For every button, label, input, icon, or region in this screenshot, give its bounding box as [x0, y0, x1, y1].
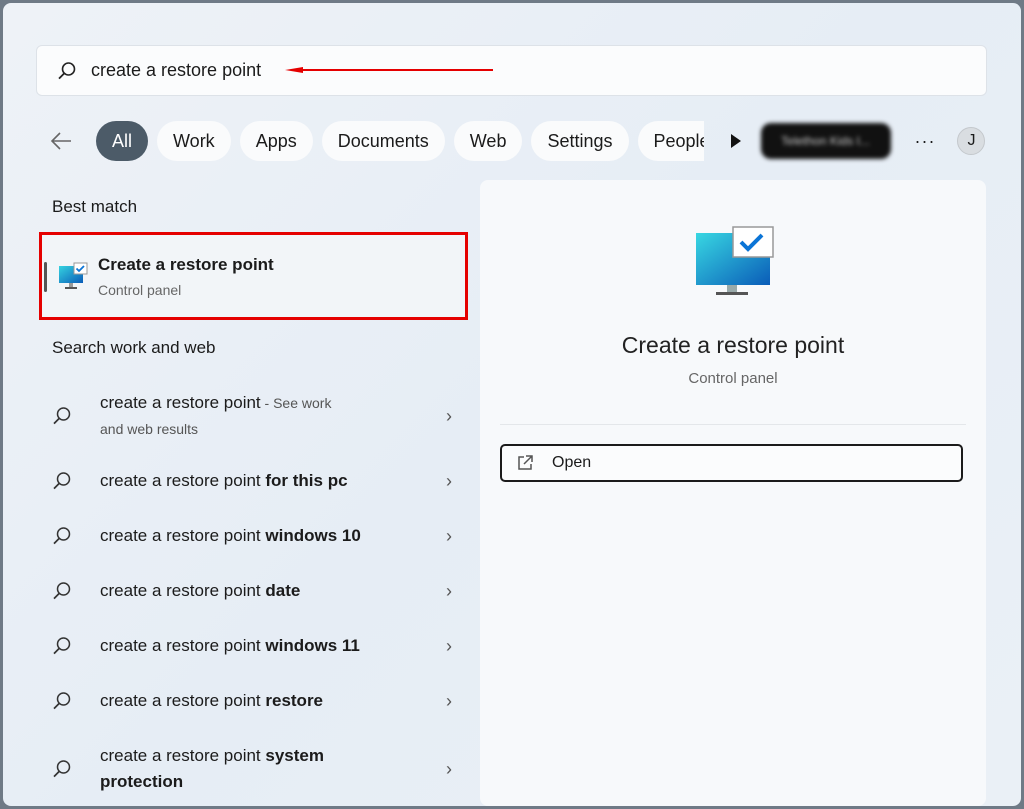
- suggestion-prefix: create a restore point: [100, 581, 266, 600]
- more-options-button[interactable]: ···: [915, 131, 936, 152]
- tab-work[interactable]: Work: [157, 121, 231, 161]
- preview-panel: Create a restore point Control panel Ope…: [480, 180, 986, 806]
- suggestion-prefix: create a restore point: [100, 691, 266, 710]
- suggestion-text: create a restore point for this pc: [100, 468, 420, 494]
- best-match-item[interactable]: Create a restore point Control panel: [39, 232, 468, 320]
- tab-web[interactable]: Web: [453, 121, 523, 161]
- best-match-title: Create a restore point: [98, 255, 274, 274]
- suggestion-sub: and web results: [100, 421, 199, 437]
- restore-point-icon: [59, 262, 88, 289]
- search-icon: [53, 472, 71, 490]
- search-input[interactable]: create a restore point: [36, 45, 987, 96]
- chevron-right-icon[interactable]: ›: [446, 471, 452, 492]
- suggestion-bold: windows 10: [265, 526, 361, 545]
- suggestion-prefix: create a restore point: [100, 393, 261, 412]
- back-button[interactable]: [43, 123, 79, 159]
- annotation-arrow: [285, 67, 493, 73]
- web-suggestion-item[interactable]: create a restore point windows 11 ›: [52, 633, 452, 659]
- search-window: create a restore point All Work Apps Doc…: [3, 3, 1021, 806]
- tab-apps[interactable]: Apps: [239, 121, 313, 161]
- web-suggestion-item[interactable]: create a restore point restore ›: [52, 688, 452, 714]
- open-button[interactable]: Open: [500, 444, 963, 482]
- arrow-left-icon: [50, 132, 71, 150]
- suggestion-text: create a restore point date: [100, 578, 420, 604]
- best-match-subtitle: Control panel: [98, 282, 182, 298]
- web-suggestion-item[interactable]: create a restore point system protection …: [52, 743, 452, 795]
- divider: [500, 424, 966, 425]
- search-icon: [53, 692, 71, 710]
- preview-title: Create a restore point: [621, 332, 845, 358]
- suggestion-text: create a restore point windows 10: [100, 523, 420, 549]
- web-suggestion-item[interactable]: create a restore point - See work and web…: [52, 390, 452, 442]
- suggestion-text: create a restore point system protection: [100, 743, 420, 795]
- search-icon: [53, 582, 71, 600]
- suggestion-text: create a restore point - See work and web…: [100, 390, 420, 442]
- web-suggestion-item[interactable]: create a restore point windows 10 ›: [52, 523, 452, 549]
- best-match-heading: Best match: [52, 197, 138, 216]
- web-suggestion-item[interactable]: create a restore point for this pc ›: [52, 468, 452, 494]
- suggestion-prefix: create a restore point: [100, 636, 266, 655]
- preview-subtitle: Control panel: [688, 370, 778, 387]
- suggestion-bold: date: [265, 581, 301, 600]
- suggestion-bold: windows 11: [265, 636, 360, 655]
- tab-documents[interactable]: Documents: [321, 121, 445, 161]
- chevron-right-icon[interactable]: ›: [446, 406, 452, 427]
- suggestion-text: create a restore point restore: [100, 688, 420, 714]
- search-query[interactable]: create a restore point: [91, 60, 261, 81]
- suggestion-prefix: create a restore point: [100, 746, 266, 765]
- tab-settings[interactable]: Settings: [531, 121, 629, 161]
- chevron-right-icon[interactable]: ›: [446, 691, 452, 712]
- suggestion-text: create a restore point windows 11: [100, 633, 420, 659]
- suggestion-bold: system: [265, 746, 324, 765]
- scroll-right-icon[interactable]: [730, 134, 741, 148]
- selection-indicator: [44, 262, 47, 292]
- restore-point-large-icon: [696, 226, 774, 295]
- search-icon: [58, 61, 76, 79]
- open-label: Open: [552, 454, 592, 471]
- chevron-right-icon[interactable]: ›: [446, 636, 452, 657]
- search-icon: [53, 527, 71, 545]
- suggestion-prefix: create a restore point: [100, 471, 266, 490]
- suggestion-prefix: create a restore point: [100, 526, 266, 545]
- tab-all[interactable]: All: [96, 121, 149, 161]
- search-icon: [53, 407, 71, 425]
- suggestion-bold-line2: protection: [100, 772, 184, 791]
- chevron-right-icon[interactable]: ›: [446, 526, 452, 547]
- filter-bar: All Work Apps Documents Web Settings Peo…: [43, 121, 986, 161]
- search-icon: [53, 637, 71, 655]
- chevron-right-icon[interactable]: ›: [446, 581, 452, 602]
- open-external-icon: [518, 455, 533, 470]
- web-heading: Search work and web: [52, 338, 216, 357]
- suggestion-suffix: - See work: [260, 395, 332, 411]
- chevron-right-icon[interactable]: ›: [446, 759, 452, 780]
- web-suggestion-item[interactable]: create a restore point date ›: [52, 578, 452, 604]
- suggestion-bold: for this pc: [265, 471, 348, 490]
- search-icon: [53, 760, 71, 778]
- tab-people[interactable]: People: [637, 121, 704, 161]
- avatar[interactable]: J: [957, 127, 986, 155]
- account-chip[interactable]: Telethon Kids I...: [760, 123, 891, 159]
- suggestion-bold: restore: [265, 691, 324, 710]
